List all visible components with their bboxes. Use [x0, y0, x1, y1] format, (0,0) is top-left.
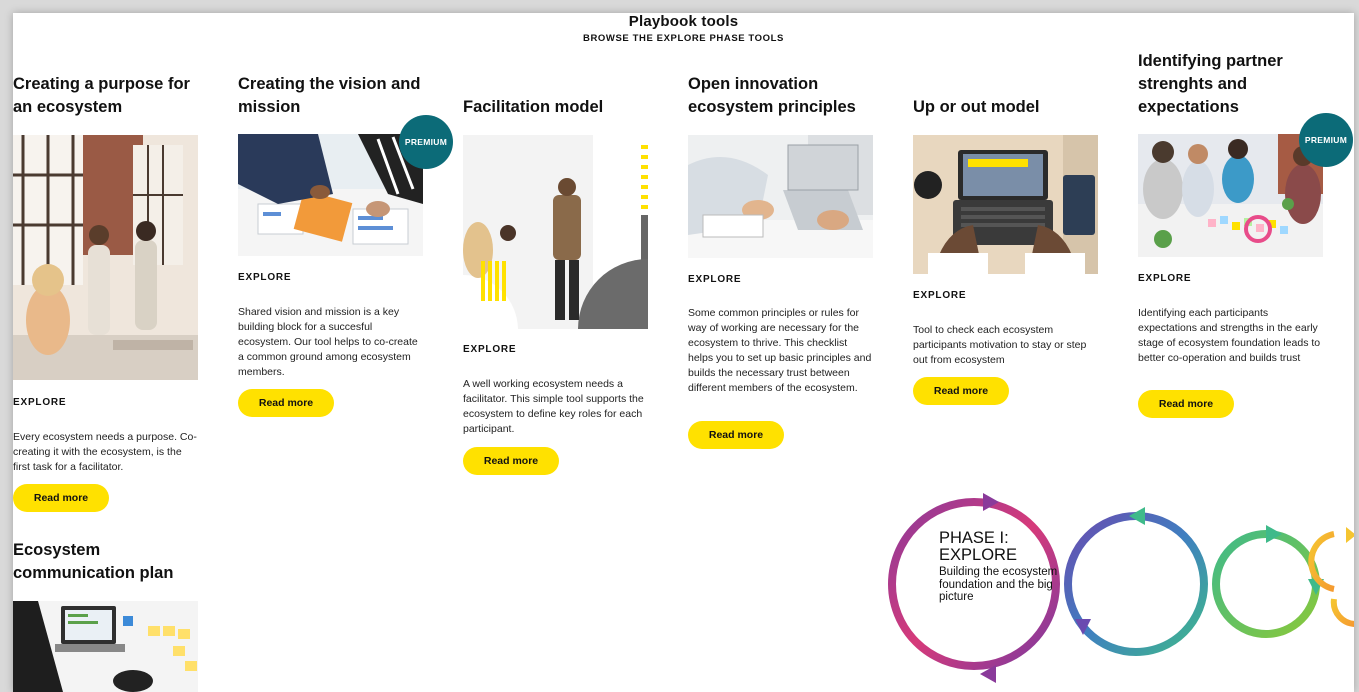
explore-label: EXPLORE: [463, 344, 517, 355]
page: Playbook tools BROWSE THE EXPLORE PHASE …: [13, 13, 1354, 692]
card-title[interactable]: Ecosystem communication plan: [13, 539, 203, 585]
card-title[interactable]: Facilitation model: [463, 96, 653, 119]
card-description: A well working ecosystem needs a facilit…: [463, 378, 644, 435]
card-title[interactable]: Creating the vision and mission: [238, 73, 428, 119]
team-workshop-photo[interactable]: [1138, 134, 1323, 257]
card-title[interactable]: Open innovation ecosystem principles: [688, 73, 878, 119]
tool-card-partner-strengths: Identifying partner strenghts and expect…: [1138, 50, 1353, 418]
phase-title-line2: EXPLORE: [939, 546, 1017, 564]
read-more-button[interactable]: Read more: [463, 447, 559, 475]
explore-label: EXPLORE: [13, 397, 67, 408]
tool-card-innovation-principles: Open innovation ecosystem principles EXP…: [688, 73, 878, 449]
card-title[interactable]: Creating a purpose for an ecosystem: [13, 73, 203, 119]
tool-card-up-or-out: Up or out model EXPLORE Tool to check ea…: [913, 73, 1103, 405]
explore-label: EXPLORE: [238, 272, 292, 283]
card-description: Identifying each participants expectatio…: [1138, 307, 1321, 364]
office-team-photo[interactable]: [13, 135, 198, 380]
phase-title-line1: PHASE I:: [939, 529, 1009, 547]
tool-card-vision-mission: Creating the vision and mission PREMIUM …: [238, 73, 453, 417]
laptop-desk-photo[interactable]: [913, 135, 1098, 274]
phase-subtitle: Building the ecosystem foundation and th…: [939, 566, 1058, 603]
tool-card-facilitation-model: Facilitation model EXPLORE A well workin…: [463, 73, 653, 475]
card-description: Shared vision and mission is a key build…: [238, 306, 418, 378]
card-title[interactable]: Up or out model: [913, 96, 1103, 119]
card-title[interactable]: Identifying partner strenghts and expect…: [1138, 50, 1328, 119]
facilitator-whiteboard-photo[interactable]: [463, 135, 648, 329]
premium-badge: PREMIUM: [399, 115, 453, 169]
laptop-sticky-notes-photo[interactable]: [13, 601, 198, 692]
explore-label: EXPLORE: [913, 290, 967, 301]
card-description: Some common principles or rules for way …: [688, 307, 872, 394]
page-subtitle: BROWSE THE EXPLORE PHASE TOOLS: [583, 33, 784, 44]
read-more-button[interactable]: Read more: [238, 389, 334, 417]
read-more-button[interactable]: Read more: [1138, 390, 1234, 418]
tool-card-communication-plan: Ecosystem communication plan: [13, 539, 203, 692]
read-more-button[interactable]: Read more: [688, 421, 784, 449]
page-title: Playbook tools: [628, 13, 739, 30]
laptop-meeting-photo[interactable]: [688, 135, 873, 258]
tool-card-purpose: Creating a purpose for an ecosystem EXPL…: [13, 73, 203, 512]
explore-label: EXPLORE: [688, 274, 742, 285]
section-header: Playbook tools BROWSE THE EXPLORE PHASE …: [13, 13, 1354, 44]
phase-label: PHASE I: EXPLORE Building the ecosystem …: [939, 530, 1059, 604]
read-more-button[interactable]: Read more: [13, 484, 109, 512]
explore-label: EXPLORE: [1138, 273, 1192, 284]
card-description: Tool to check each ecosystem participant…: [913, 324, 1087, 366]
read-more-button[interactable]: Read more: [913, 377, 1009, 405]
team-planning-photo[interactable]: [238, 134, 423, 256]
premium-badge: PREMIUM: [1299, 113, 1353, 167]
card-description: Every ecosystem needs a purpose. Co-crea…: [13, 431, 197, 473]
